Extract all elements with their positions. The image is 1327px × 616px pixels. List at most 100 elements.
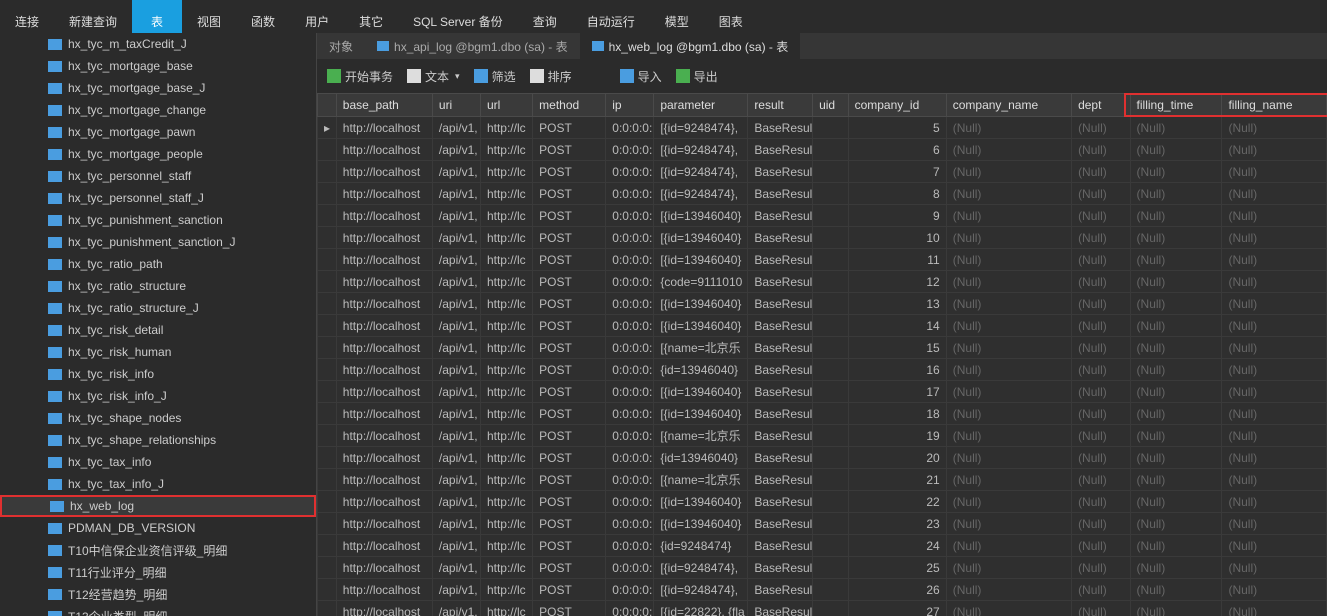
cell-result[interactable]: BaseResul [748,381,813,403]
tree-item-T12经营趋势_明细[interactable]: T12经营趋势_明细 [0,583,316,605]
cell-ip[interactable]: 0:0:0:0: [606,293,654,315]
cell-parameter[interactable]: [{name=北京乐 [654,337,748,359]
cell-base_path[interactable]: http://localhost [336,183,432,205]
cell-parameter[interactable]: [{id=9248474}, [654,161,748,183]
ribbon-9[interactable]: 自动运行 [572,0,650,33]
cell-base_path[interactable]: http://localhost [336,205,432,227]
row-indicator[interactable] [318,227,337,249]
cell-company_id[interactable]: 10 [848,227,946,249]
row-indicator[interactable] [318,249,337,271]
tree-item-hx_tyc_mortgage_pawn[interactable]: hx_tyc_mortgage_pawn [0,121,316,143]
cell-result[interactable]: BaseResul [748,117,813,139]
row-indicator[interactable] [318,359,337,381]
cell-ip[interactable]: 0:0:0:0: [606,161,654,183]
cell-uid[interactable] [813,535,849,557]
cell-uid[interactable] [813,161,849,183]
cell-company_name[interactable]: (Null) [946,513,1071,535]
cell-filling_name[interactable]: (Null) [1222,381,1327,403]
cell-company_id[interactable]: 7 [848,161,946,183]
tree-item-hx_tyc_ratio_structure[interactable]: hx_tyc_ratio_structure [0,275,316,297]
col-header-url[interactable]: url [480,94,532,117]
ribbon-0[interactable]: 连接 [0,0,54,33]
col-header-method[interactable]: method [533,94,606,117]
cell-base_path[interactable]: http://localhost [336,359,432,381]
cell-method[interactable]: POST [533,491,606,513]
cell-filling_name[interactable]: (Null) [1222,513,1327,535]
cell-method[interactable]: POST [533,403,606,425]
col-header-result[interactable]: result [748,94,813,117]
cell-parameter[interactable]: {id=9248474} [654,535,748,557]
cell-ip[interactable]: 0:0:0:0: [606,337,654,359]
cell-ip[interactable]: 0:0:0:0: [606,513,654,535]
cell-company_name[interactable]: (Null) [946,227,1071,249]
ribbon-7[interactable]: SQL Server 备份 [398,0,518,33]
cell-parameter[interactable]: [{id=13946040} [654,249,748,271]
tree-item-hx_tyc_risk_detail[interactable]: hx_tyc_risk_detail [0,319,316,341]
cell-base_path[interactable]: http://localhost [336,227,432,249]
cell-company_id[interactable]: 16 [848,359,946,381]
cell-uri[interactable]: /api/v1, [432,491,480,513]
cell-url[interactable]: http://lc [480,381,532,403]
grid-row[interactable]: http://localhost/api/v1,http://lcPOST0:0… [318,557,1327,579]
cell-uid[interactable] [813,557,849,579]
cell-filling_name[interactable]: (Null) [1222,337,1327,359]
cell-filling_name[interactable]: (Null) [1222,271,1327,293]
cell-url[interactable]: http://lc [480,337,532,359]
cell-company_id[interactable]: 14 [848,315,946,337]
grid-row[interactable]: http://localhost/api/v1,http://lcPOST0:0… [318,447,1327,469]
cell-result[interactable]: BaseResul [748,491,813,513]
cell-ip[interactable]: 0:0:0:0: [606,183,654,205]
cell-base_path[interactable]: http://localhost [336,249,432,271]
cell-uid[interactable] [813,139,849,161]
cell-uid[interactable] [813,359,849,381]
row-indicator[interactable] [318,513,337,535]
cell-filling_name[interactable]: (Null) [1222,249,1327,271]
cell-url[interactable]: http://lc [480,491,532,513]
cell-parameter[interactable]: {id=13946040} [654,447,748,469]
cell-result[interactable]: BaseResul [748,293,813,315]
cell-result[interactable]: BaseResul [748,601,813,616]
cell-uri[interactable]: /api/v1, [432,183,480,205]
cell-filling_time[interactable]: (Null) [1130,139,1222,161]
cell-uid[interactable] [813,183,849,205]
cell-company_name[interactable]: (Null) [946,403,1071,425]
cell-url[interactable]: http://lc [480,359,532,381]
row-indicator[interactable] [318,557,337,579]
row-indicator[interactable] [318,205,337,227]
cell-company_id[interactable]: 5 [848,117,946,139]
cell-company_name[interactable]: (Null) [946,139,1071,161]
cell-url[interactable]: http://lc [480,205,532,227]
ribbon-3[interactable]: 视图 [182,0,236,33]
row-indicator[interactable] [318,337,337,359]
cell-uri[interactable]: /api/v1, [432,535,480,557]
cell-url[interactable]: http://lc [480,293,532,315]
cell-uri[interactable]: /api/v1, [432,469,480,491]
col-header-parameter[interactable]: parameter [654,94,748,117]
cell-result[interactable]: BaseResul [748,139,813,161]
cell-company_name[interactable]: (Null) [946,557,1071,579]
row-indicator[interactable] [318,491,337,513]
col-header-filling_name[interactable]: filling_name [1222,94,1327,117]
start-transaction-button[interactable]: 开始事务 [327,68,393,85]
tree-item-hx_tyc_shape_relationships[interactable]: hx_tyc_shape_relationships [0,429,316,451]
cell-filling_time[interactable]: (Null) [1130,513,1222,535]
cell-parameter[interactable]: {id=13946040} [654,359,748,381]
cell-uri[interactable]: /api/v1, [432,337,480,359]
cell-method[interactable]: POST [533,447,606,469]
cell-parameter[interactable]: [{id=13946040} [654,315,748,337]
cell-ip[interactable]: 0:0:0:0: [606,117,654,139]
tree-item-T13企业类型_明细[interactable]: T13企业类型_明细 [0,605,316,616]
cell-uid[interactable] [813,425,849,447]
cell-dept[interactable]: (Null) [1072,293,1130,315]
cell-filling_name[interactable]: (Null) [1222,183,1327,205]
cell-filling_time[interactable]: (Null) [1130,403,1222,425]
cell-uid[interactable] [813,117,849,139]
cell-company_id[interactable]: 19 [848,425,946,447]
cell-company_name[interactable]: (Null) [946,117,1071,139]
cell-url[interactable]: http://lc [480,227,532,249]
col-header-uid[interactable]: uid [813,94,849,117]
grid-header-row[interactable]: base_pathuriurlmethodipparameterresultui… [318,94,1327,117]
cell-base_path[interactable]: http://localhost [336,425,432,447]
cell-filling_name[interactable]: (Null) [1222,491,1327,513]
data-grid-wrap[interactable]: base_pathuriurlmethodipparameterresultui… [317,93,1327,616]
